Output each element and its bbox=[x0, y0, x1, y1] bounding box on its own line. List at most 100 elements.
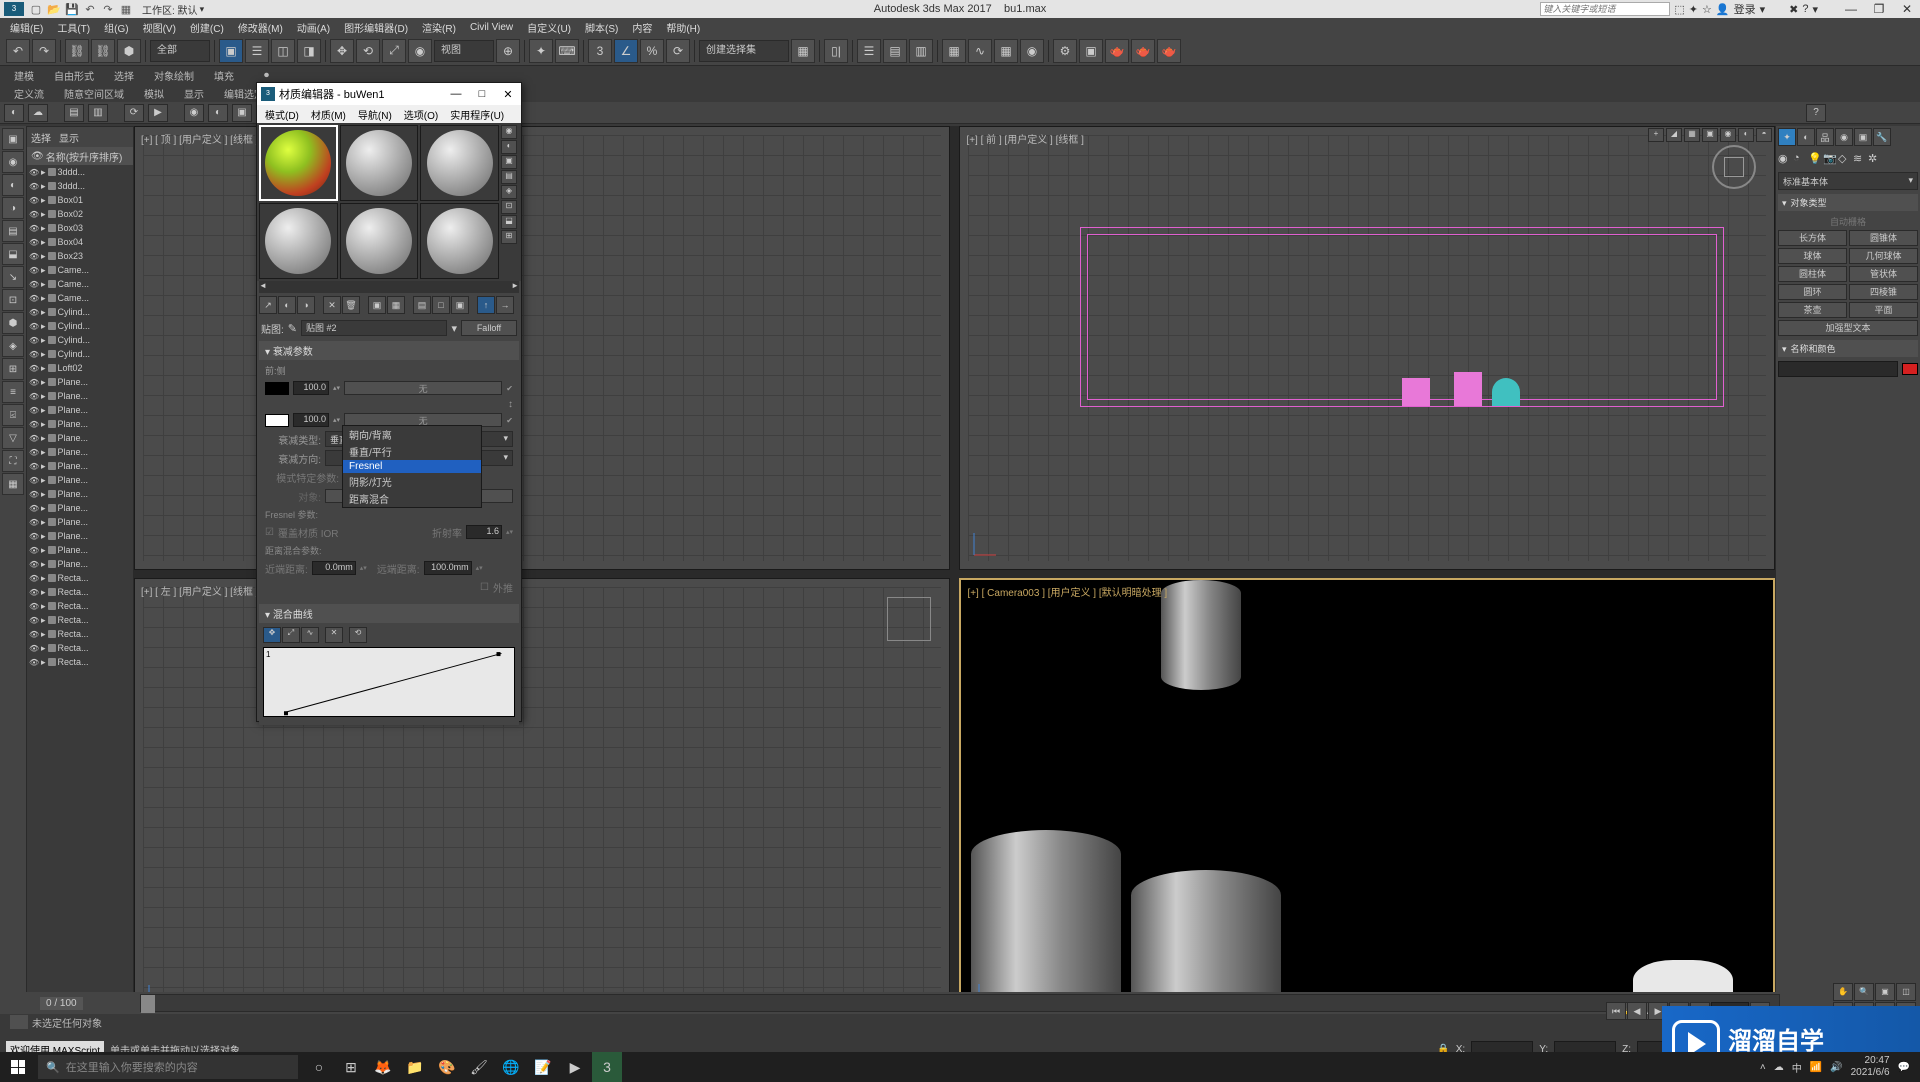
time-slider[interactable] bbox=[141, 995, 155, 1013]
dd-item-shadow[interactable]: 阴影/灯光 bbox=[343, 473, 481, 490]
mirror-button[interactable]: ▯| bbox=[824, 39, 848, 63]
toggle-ribbon-button[interactable]: ▦ bbox=[942, 39, 966, 63]
taskview-icon[interactable]: ⊞ bbox=[336, 1052, 366, 1082]
primitive-button[interactable]: 茶壶 bbox=[1778, 302, 1847, 318]
material-slot-6[interactable] bbox=[420, 203, 499, 279]
primitive-button[interactable]: 球体 bbox=[1778, 248, 1847, 264]
time-ruler[interactable] bbox=[140, 994, 1780, 1012]
workspace-chevron-icon[interactable]: ▾ bbox=[200, 4, 205, 15]
object-color-swatch[interactable] bbox=[1902, 363, 1918, 375]
undo-button[interactable]: ↶ bbox=[6, 39, 30, 63]
tree-item[interactable]: 👁▸Cylind... bbox=[27, 305, 133, 319]
falloff-map1-button[interactable]: 无 bbox=[344, 381, 502, 395]
render-frame-button[interactable]: ▣ bbox=[1079, 39, 1103, 63]
menu-modifiers[interactable]: 修改器(M) bbox=[232, 18, 289, 37]
object-name-input[interactable] bbox=[1778, 361, 1898, 377]
tree-item[interactable]: 👁▸Plane... bbox=[27, 375, 133, 389]
primitive-button[interactable]: 圆环 bbox=[1778, 284, 1847, 300]
spinner-snap-button[interactable]: ⟳ bbox=[666, 39, 690, 63]
falloff-type-dropdown-list[interactable]: 朝向/背离 垂直/平行 Fresnel 阴影/灯光 距离混合 bbox=[342, 425, 482, 508]
mix-curve-header[interactable]: ▾ 混合曲线 bbox=[259, 604, 519, 623]
align-button[interactable]: ☰ bbox=[857, 39, 881, 63]
tab-populate[interactable]: 填充 bbox=[204, 66, 244, 85]
geometry-icon[interactable]: ◉ bbox=[1778, 152, 1792, 166]
falloff-map1-check[interactable]: ✔ bbox=[506, 384, 513, 393]
render-prod-button[interactable]: 🫖 bbox=[1131, 39, 1155, 63]
material-slot-1[interactable] bbox=[259, 125, 338, 201]
ribbon-help-icon[interactable]: ? bbox=[1806, 104, 1826, 122]
help-icon[interactable]: ? bbox=[1802, 3, 1808, 15]
material-editor-titlebar[interactable]: 3 材质编辑器 - buWen1 — □ ✕ bbox=[257, 83, 521, 105]
mat-menu-utilities[interactable]: 实用程序(U) bbox=[446, 107, 508, 122]
tab-paint[interactable]: 对象绘制 bbox=[144, 66, 204, 85]
pan-icon[interactable]: ✋ bbox=[1833, 983, 1853, 1001]
tree-item[interactable]: 👁▸Loft02 bbox=[27, 361, 133, 375]
mat-tb-9[interactable]: □ bbox=[432, 296, 450, 314]
mat-maximize-button[interactable]: □ bbox=[473, 88, 491, 101]
mat-tb-4[interactable]: ✕ bbox=[323, 296, 341, 314]
shapes-icon[interactable]: ◔ bbox=[1793, 152, 1807, 166]
qat-open-icon[interactable]: 📂 bbox=[46, 2, 62, 16]
se-icon-15[interactable]: ⛶ bbox=[2, 450, 24, 472]
tree-item[interactable]: 👁▸Box03 bbox=[27, 221, 133, 235]
zoom-extents-icon[interactable]: ▣ bbox=[1875, 983, 1895, 1001]
mat-tb-5[interactable]: 🗑 bbox=[342, 296, 360, 314]
layers-button[interactable]: ▤ bbox=[883, 39, 907, 63]
menu-group[interactable]: 组(G) bbox=[98, 18, 134, 37]
material-slot-4[interactable] bbox=[259, 203, 338, 279]
titlebar-icon-3[interactable]: ☆ bbox=[1702, 3, 1712, 16]
mat-tb-8[interactable]: ▤ bbox=[413, 296, 431, 314]
se-icon-1[interactable]: ▣ bbox=[2, 128, 24, 150]
goto-start-button[interactable]: ⏮ bbox=[1606, 1002, 1626, 1020]
subtab-2[interactable]: 模拟 bbox=[134, 84, 174, 103]
viewcube-left-icon[interactable] bbox=[887, 597, 931, 641]
mat-tb-goto-parent[interactable]: ↑ bbox=[477, 296, 495, 314]
ior-spinner[interactable]: 1.6 bbox=[466, 525, 502, 539]
window-crossing-button[interactable]: ◨ bbox=[297, 39, 321, 63]
mat-minimize-button[interactable]: — bbox=[447, 88, 465, 101]
far-spinner[interactable]: 100.0mm bbox=[424, 561, 472, 575]
file-explorer-icon[interactable]: 📁 bbox=[400, 1052, 430, 1082]
subtab-1[interactable]: 随意空间区域 bbox=[54, 84, 134, 103]
tree-item[interactable]: 👁▸Cylind... bbox=[27, 319, 133, 333]
vp-nav-6[interactable]: ◐ bbox=[1738, 128, 1754, 142]
tree-item[interactable]: 👁▸Plane... bbox=[27, 487, 133, 501]
menu-edit[interactable]: 编辑(E) bbox=[4, 18, 49, 37]
app-icon-1[interactable]: 🎨 bbox=[432, 1052, 462, 1082]
schematic-button[interactable]: ▦ bbox=[994, 39, 1018, 63]
keyboard-button[interactable]: ⌨ bbox=[555, 39, 579, 63]
mat-menu-material[interactable]: 材质(M) bbox=[307, 107, 350, 122]
vp-nav-4[interactable]: ▣ bbox=[1702, 128, 1718, 142]
viewport-front-label[interactable]: [+] [ 前 ] [用户定义 ] [线框 ] bbox=[966, 131, 1084, 146]
tree-item[interactable]: 👁▸Plane... bbox=[27, 543, 133, 557]
tray-up-icon[interactable]: ˄ bbox=[1760, 1062, 1766, 1073]
qat-save-icon[interactable]: 💾 bbox=[64, 2, 80, 16]
tree-item[interactable]: 👁▸Came... bbox=[27, 263, 133, 277]
falloff-color2-swatch[interactable] bbox=[265, 414, 289, 427]
material-editor-button[interactable]: ◉ bbox=[1020, 39, 1044, 63]
tray-wifi-icon[interactable]: 📶 bbox=[1810, 1062, 1822, 1073]
menu-help[interactable]: 帮助(H) bbox=[660, 18, 706, 37]
tree-item[interactable]: 👁▸Plane... bbox=[27, 389, 133, 403]
primitive-button[interactable]: 加强型文本 bbox=[1778, 320, 1918, 336]
viewport-top-label[interactable]: [+] [ 顶 ] [用户定义 ] [线框 ] bbox=[141, 131, 259, 146]
se-tab-display[interactable]: 显示 bbox=[59, 130, 79, 145]
redo-button[interactable]: ↷ bbox=[32, 39, 56, 63]
se-icon-2[interactable]: ◉ bbox=[2, 151, 24, 173]
tab-rec-icon[interactable]: ⏺ bbox=[254, 68, 279, 83]
prev-frame-button[interactable]: ◀ bbox=[1627, 1002, 1647, 1020]
viewcube-icon[interactable] bbox=[1712, 145, 1756, 189]
named-selection-dropdown[interactable]: 创建选择集 bbox=[699, 40, 789, 62]
material-slot-2[interactable] bbox=[340, 125, 419, 201]
menu-content[interactable]: 内容 bbox=[626, 18, 658, 37]
render-button[interactable]: 🫖 bbox=[1105, 39, 1129, 63]
ribbon-icon-9[interactable]: ▣ bbox=[232, 104, 252, 122]
select-region-button[interactable]: ◫ bbox=[271, 39, 295, 63]
name-color-header[interactable]: ▾名称和颜色 bbox=[1778, 340, 1918, 357]
map-name-dd-icon[interactable]: ▾ bbox=[451, 322, 457, 335]
qat-project-icon[interactable]: ▦ bbox=[118, 2, 134, 16]
tray-volume-icon[interactable]: 🔊 bbox=[1830, 1062, 1842, 1073]
spacewarps-icon[interactable]: ≋ bbox=[1853, 152, 1867, 166]
select-name-button[interactable]: ☰ bbox=[245, 39, 269, 63]
helpers-icon[interactable]: ◇ bbox=[1838, 152, 1852, 166]
